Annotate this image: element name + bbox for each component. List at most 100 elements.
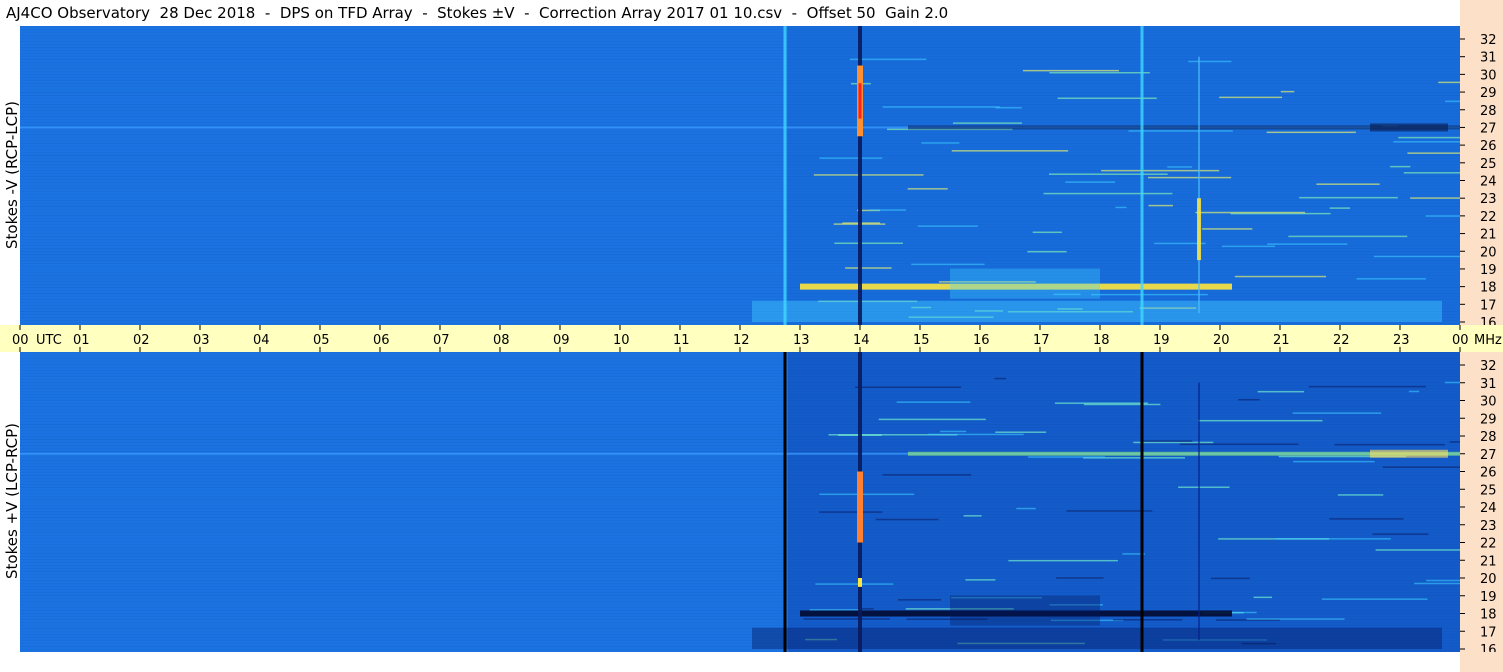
utc-tick-label: 10	[613, 333, 630, 348]
utc-tick-label: 07	[433, 333, 450, 348]
rfi-streak	[1356, 278, 1426, 280]
low-freq-activity	[752, 300, 1442, 322]
rfi-streak	[1219, 96, 1283, 99]
rfi-streak	[1275, 538, 1391, 540]
mhz-tick-label: 23	[1480, 519, 1497, 534]
mhz-tick-label: 16	[1480, 316, 1497, 325]
rfi-streak	[1267, 243, 1348, 245]
utc-tick-label: 14	[853, 333, 870, 348]
mhz-tick-label: 31	[1480, 51, 1497, 66]
rfi-streak	[1299, 196, 1398, 199]
narrow-vertical-line	[1198, 56, 1200, 314]
rfi-streak	[1101, 169, 1220, 172]
rfi-streak	[1032, 231, 1062, 234]
mhz-unit-label: MHz	[1474, 333, 1502, 348]
rfi-streak	[1280, 90, 1295, 93]
rfi-streak	[1449, 441, 1460, 443]
rfi-streak	[1197, 419, 1323, 422]
utc-tick-label: 15	[913, 333, 930, 348]
rfi-streak	[1408, 390, 1420, 393]
rfi-streak	[897, 599, 942, 601]
rfi-streak	[951, 150, 1069, 152]
utc-tick-label: 23	[1393, 333, 1410, 348]
utc-tick-label: 16	[973, 333, 990, 348]
rfi-streak	[1292, 412, 1382, 414]
rfi-streak	[1321, 598, 1428, 600]
rfi-streak	[1426, 579, 1460, 582]
rfi-streak	[1257, 390, 1305, 393]
rfi-streak	[1091, 293, 1208, 296]
rfi-streak	[1115, 206, 1127, 209]
rfi-streak	[878, 418, 986, 421]
spectrogram-top-stokes-minus-v	[20, 26, 1460, 325]
mhz-tick-label: 32	[1480, 359, 1497, 374]
narrow-vertical-line	[1198, 382, 1200, 641]
mhz-tick-label: 28	[1480, 104, 1497, 119]
rfi-streak	[1398, 136, 1460, 139]
mhz-tick-label: 27	[1480, 448, 1497, 463]
rfi-streak	[1308, 385, 1427, 388]
rfi-streak	[1293, 460, 1375, 463]
rfi-streak	[1316, 183, 1380, 185]
rfi-streak	[1027, 456, 1105, 458]
mhz-tick-label: 28	[1480, 430, 1497, 445]
mhz-tick-label: 22	[1480, 210, 1497, 225]
rfi-streak	[1027, 250, 1067, 253]
spectrogram-bottom-svg	[20, 352, 1460, 652]
vertical-line	[783, 26, 787, 325]
utc-tick-label: 08	[493, 333, 510, 348]
rfi-streak	[896, 401, 971, 403]
utc-tick-label: 18	[1093, 333, 1110, 348]
rfi-streak	[813, 174, 924, 176]
rfi-streak	[911, 263, 985, 266]
vertical-line	[783, 352, 787, 652]
mhz-tick-label: 16	[1480, 643, 1497, 652]
rfi-streak	[1048, 173, 1168, 175]
afternoon-region	[788, 352, 1460, 652]
rfi-streak	[1425, 215, 1460, 217]
rfi-streak	[1022, 69, 1119, 72]
mhz-tick-label: 23	[1480, 192, 1497, 207]
rfi-streak	[803, 618, 890, 620]
title-bar: AJ4CO Observatory 28 Dec 2018 - DPS on T…	[0, 0, 1460, 26]
rfi-streak	[1133, 441, 1214, 444]
rfi-streak	[1179, 443, 1299, 446]
mhz-tick-label: 31	[1480, 377, 1497, 392]
mhz-tick-label: 29	[1480, 412, 1497, 427]
mhz-tick-label: 20	[1480, 572, 1497, 587]
chart-title: AJ4CO Observatory 28 Dec 2018 - DPS on T…	[6, 4, 949, 22]
burst-fragment	[858, 578, 862, 587]
utc-tick-label: 13	[793, 333, 810, 348]
utc-tick-label: 09	[553, 333, 570, 348]
mhz-tick-label: 19	[1480, 590, 1497, 605]
band-18mhz-glow	[950, 595, 1100, 626]
rfi-streak	[1407, 152, 1460, 154]
burst-peak	[858, 83, 862, 119]
mhz-tick-label: 26	[1480, 466, 1497, 481]
band-27mhz-hotspot	[1370, 449, 1448, 458]
rfi-streak	[855, 386, 962, 388]
rfi-streak	[1444, 381, 1460, 384]
burst-core	[857, 471, 863, 543]
rfi-streak	[1403, 172, 1460, 174]
rfi-streak	[1246, 618, 1345, 620]
rfi-streak	[819, 493, 915, 496]
bottom-panel-ylabel: Stokes +V (LCP-RCP)	[3, 423, 21, 579]
vertical-line	[1140, 352, 1144, 652]
mhz-tick-label: 22	[1480, 537, 1497, 552]
mhz-tick-label: 26	[1480, 139, 1497, 154]
rfi-streak	[1148, 204, 1174, 207]
utc-tick-label: 20	[1213, 333, 1230, 348]
rfi-streak	[1253, 596, 1273, 599]
spectrogram-top-svg	[20, 26, 1460, 325]
rfi-streak	[1221, 245, 1275, 248]
utc-tick-label: 17	[1033, 333, 1050, 348]
rfi-streak	[1008, 559, 1118, 562]
rfi-streak	[1329, 207, 1351, 209]
utc-tick-label: 02	[133, 333, 150, 348]
rfi-streak	[819, 157, 883, 159]
rfi-streak	[995, 431, 1047, 433]
rfi-streak	[809, 609, 859, 611]
rfi-streak	[1066, 510, 1153, 512]
rfi-streak	[995, 106, 1022, 109]
